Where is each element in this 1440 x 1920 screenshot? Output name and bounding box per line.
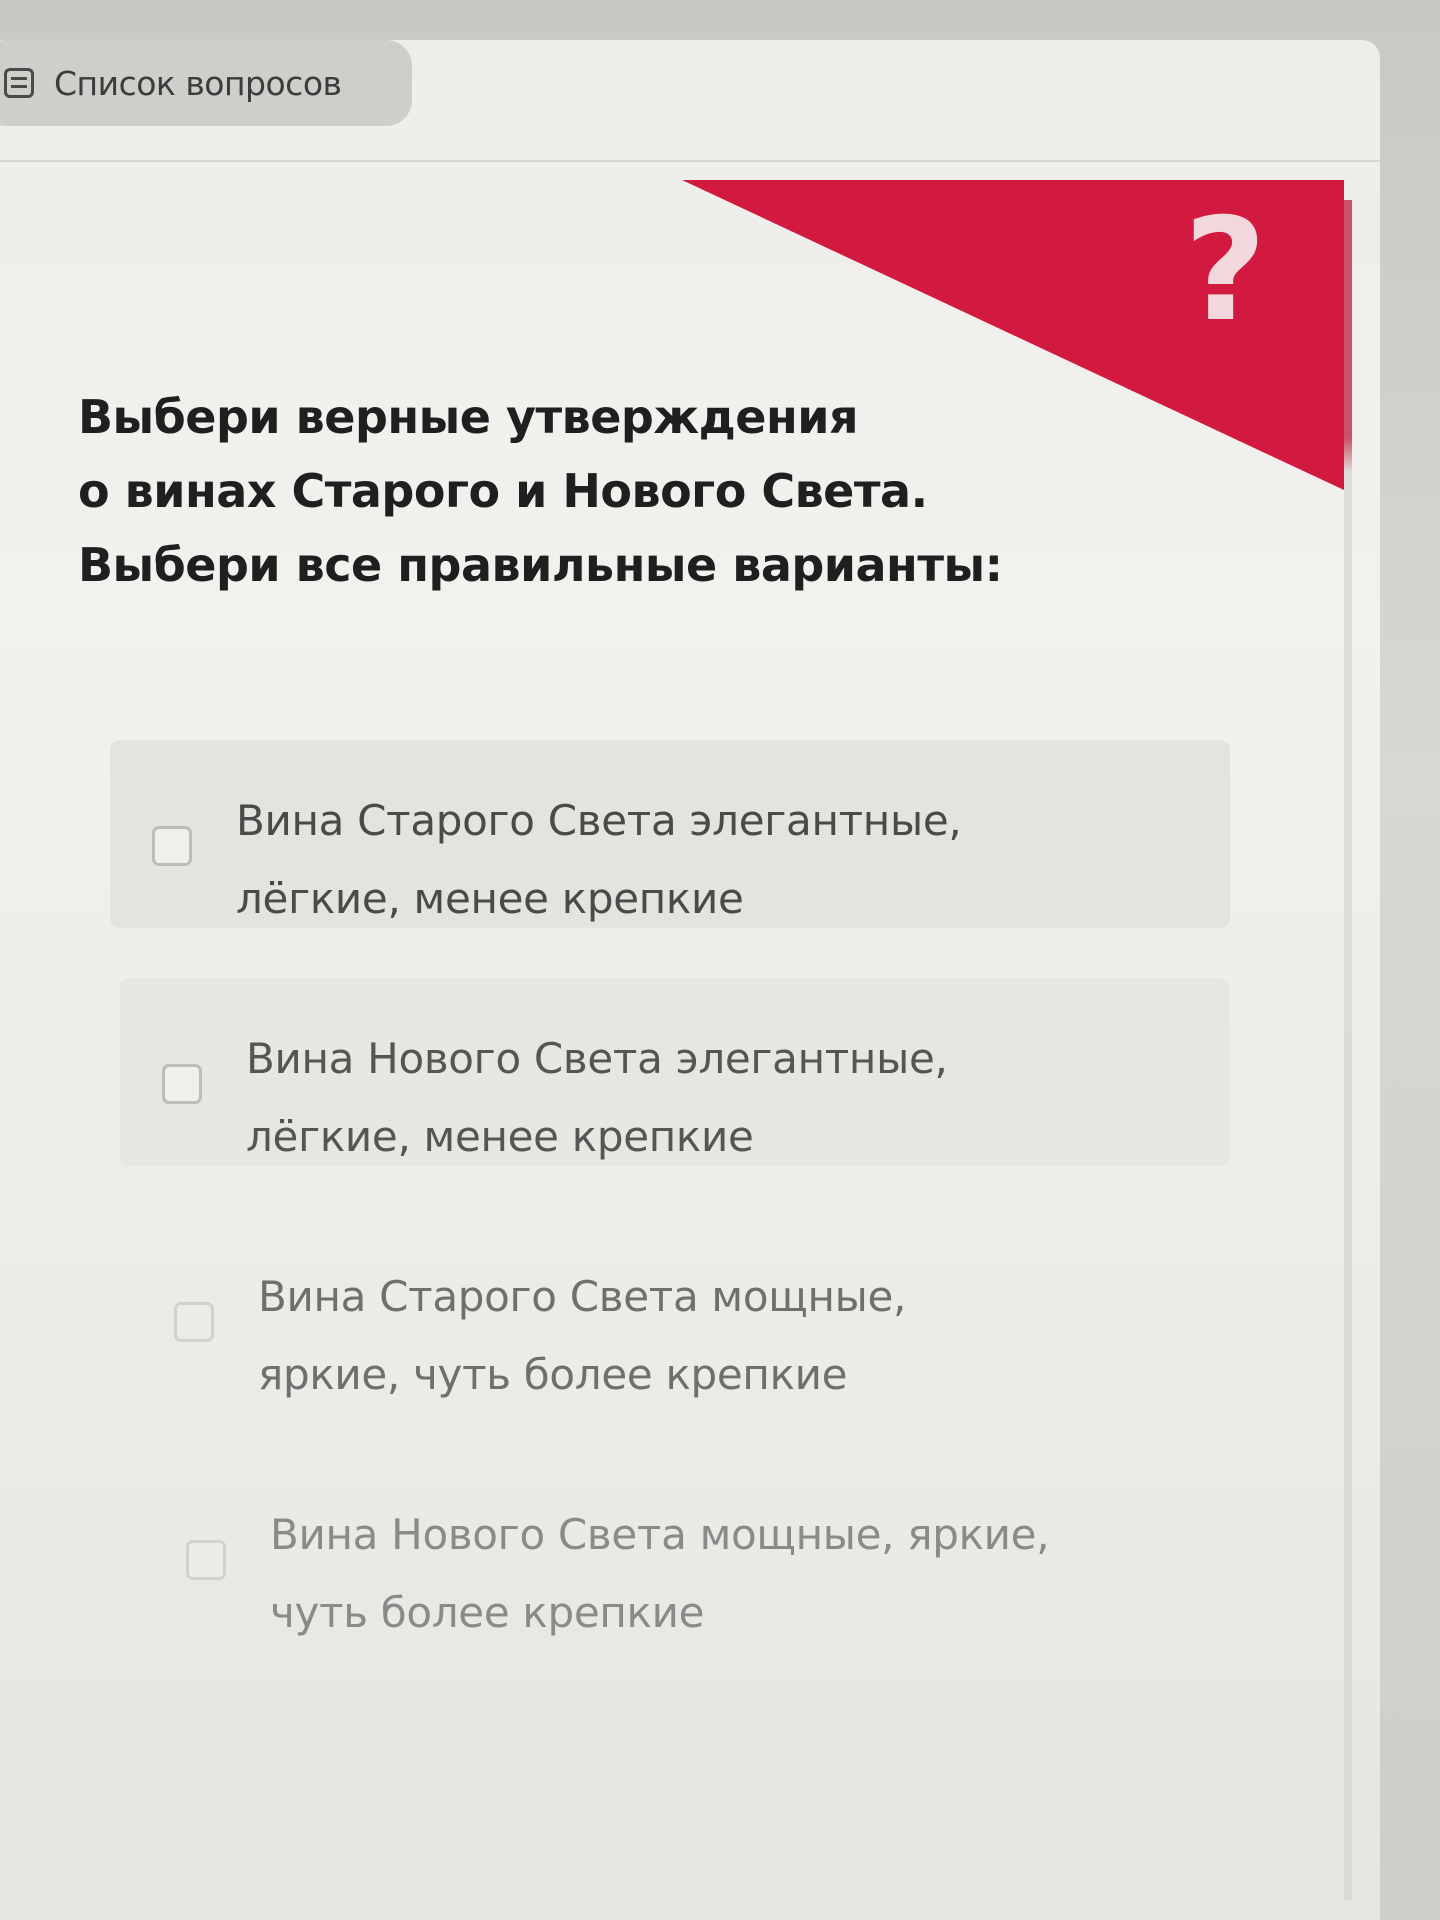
- answer-option-1[interactable]: Вина Старого Света элегантные, лёгкие, м…: [110, 740, 1230, 928]
- screen: Список вопросов ? Выбери верные утвержде…: [0, 0, 1440, 1920]
- answer-option-4[interactable]: Вина Нового Света мощные, яркие, чуть бо…: [144, 1454, 1230, 1642]
- answer-checkbox[interactable]: [162, 1064, 202, 1104]
- answer-label: Вина Нового Света элегантные, лёгкие, ме…: [246, 1034, 948, 1161]
- answer-label: Вина Нового Света мощные, яркие, чуть бо…: [270, 1510, 1050, 1637]
- questions-list-label: Список вопросов: [54, 63, 342, 103]
- question-line: Выбери верные утверждения: [78, 390, 859, 444]
- answer-options: Вина Старого Света элегантные, лёгкие, м…: [110, 740, 1230, 1692]
- answer-label: Вина Старого Света мощные, яркие, чуть б…: [258, 1272, 907, 1399]
- list-icon: [4, 68, 34, 98]
- quiz-panel: Список вопросов ? Выбери верные утвержде…: [0, 40, 1380, 1920]
- question-line: Выбери все правильные варианты:: [78, 538, 1003, 592]
- question-text: Выбери верные утверждения о винах Старог…: [78, 380, 1178, 602]
- answer-checkbox[interactable]: [186, 1540, 226, 1580]
- answer-option-3[interactable]: Вина Старого Света мощные, яркие, чуть б…: [132, 1216, 1230, 1404]
- answer-option-2[interactable]: Вина Нового Света элегантные, лёгкие, ме…: [120, 978, 1230, 1166]
- answer-checkbox[interactable]: [152, 826, 192, 866]
- question-line: о винах Старого и Нового Света.: [78, 464, 928, 518]
- top-bar: Список вопросов: [0, 40, 1380, 162]
- panel-edge: [1344, 200, 1352, 1900]
- questions-list-button[interactable]: Список вопросов: [0, 40, 412, 126]
- question-mark-icon: ?: [1184, 188, 1267, 353]
- answer-label: Вина Старого Света элегантные, лёгкие, м…: [236, 796, 962, 923]
- answer-checkbox[interactable]: [174, 1302, 214, 1342]
